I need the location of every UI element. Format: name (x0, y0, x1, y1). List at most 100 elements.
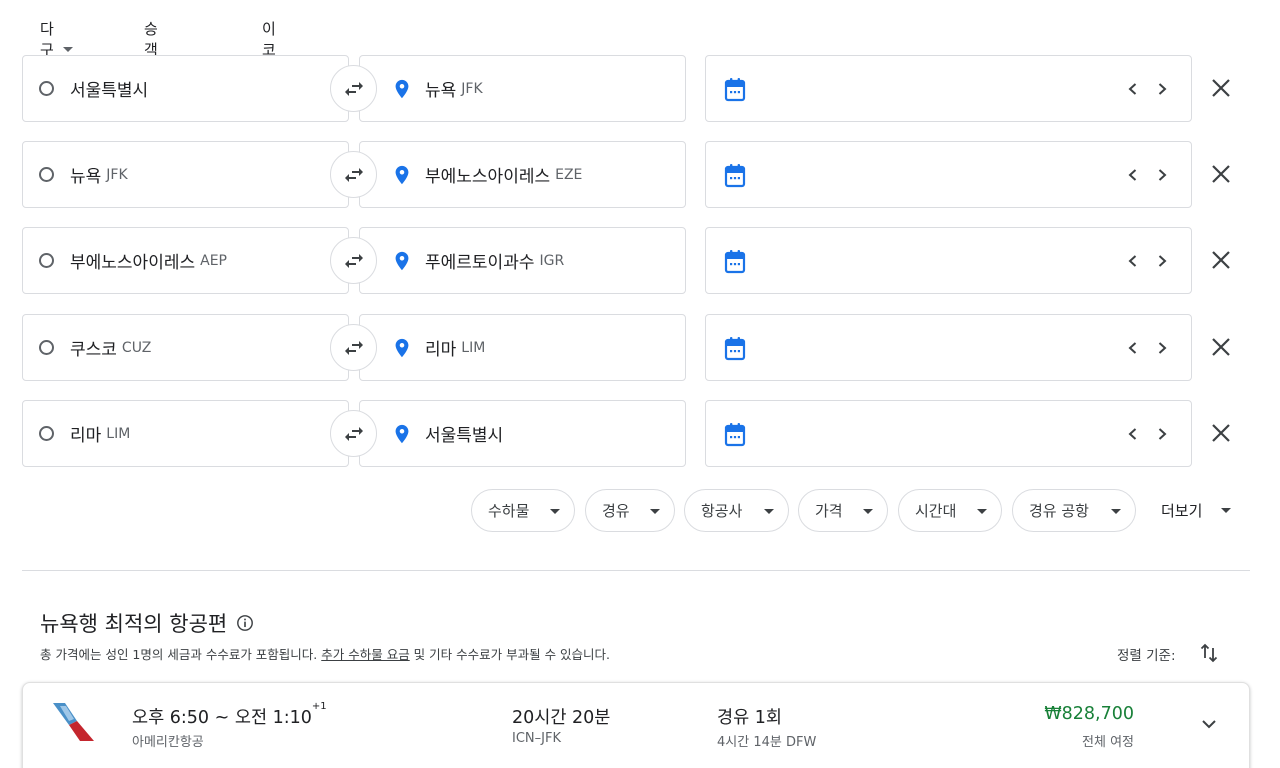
swap-button[interactable] (330, 65, 377, 112)
location-pin-icon (395, 251, 409, 270)
remove-leg-button[interactable] (1209, 421, 1233, 445)
filter-chip[interactable]: 수하물 (471, 489, 575, 532)
close-icon (1212, 79, 1230, 97)
chevron-right-icon (1158, 169, 1167, 181)
departure-date-field[interactable] (705, 55, 1192, 122)
calendar-icon (724, 423, 746, 447)
destination-airport-code: LIM (461, 339, 486, 356)
flight-stops: 경유 1회 (717, 708, 782, 728)
next-date-button[interactable] (1152, 338, 1172, 358)
flight-route: ICN–JFK (512, 731, 561, 746)
section-divider (22, 570, 1250, 571)
departure-date-field[interactable] (705, 314, 1192, 381)
remove-leg-button[interactable] (1209, 248, 1233, 272)
filter-chip-label: 시간대 (915, 502, 957, 520)
swap-arrows-icon (344, 167, 363, 182)
chevron-left-icon (1128, 342, 1137, 354)
calendar-icon (724, 250, 746, 274)
filter-chip-label: 수하물 (488, 502, 530, 520)
origin-airport-code: AEP (200, 252, 227, 269)
flight-result-card[interactable]: 오후 6:50 ~ 오전 1:10+1 아메리칸항공 20시간 20분 ICN–… (22, 682, 1250, 768)
remove-leg-button[interactable] (1209, 76, 1233, 100)
destination-city: 서울특별시 (425, 426, 504, 446)
origin-field[interactable]: 부에노스아이레스 AEP (22, 227, 349, 294)
chevron-right-icon (1158, 83, 1167, 95)
more-filters-button[interactable]: 더보기 (1161, 489, 1232, 532)
filter-chip-label: 항공사 (701, 502, 743, 520)
expand-chevron-icon[interactable] (1199, 714, 1219, 734)
origin-circle-icon (39, 253, 54, 268)
previous-date-button[interactable] (1123, 79, 1143, 99)
next-date-button[interactable] (1152, 165, 1172, 185)
origin-city: 리마 (70, 426, 102, 446)
departure-date-field[interactable] (705, 400, 1192, 467)
origin-airport-code: JFK (106, 166, 128, 183)
previous-date-button[interactable] (1123, 165, 1143, 185)
caret-down-icon (1111, 509, 1121, 514)
location-pin-icon (395, 424, 409, 443)
caret-down-icon (977, 509, 987, 514)
filter-chip-label: 가격 (815, 502, 843, 520)
swap-button[interactable] (330, 410, 377, 457)
close-icon (1212, 251, 1230, 269)
caret-down-icon (1221, 508, 1232, 513)
close-icon (1212, 338, 1230, 356)
filter-chip[interactable]: 시간대 (898, 489, 1002, 532)
chevron-right-icon (1158, 428, 1167, 440)
flight-times: 오후 6:50 ~ 오전 1:10+1 (132, 701, 327, 729)
swap-button[interactable] (330, 324, 377, 371)
destination-field[interactable]: 리마 LIM (359, 314, 686, 381)
previous-date-button[interactable] (1123, 338, 1143, 358)
filter-chip-label: 경유 (602, 502, 630, 520)
swap-arrows-icon (344, 426, 363, 441)
flight-leg-row: 뉴욕 JFK 부에노스아이레스 EZE (0, 141, 1280, 208)
filter-chip[interactable]: 경유 (585, 489, 675, 532)
destination-field[interactable]: 뉴욕 JFK (359, 55, 686, 122)
extra-baggage-fee-link[interactable]: 추가 수하물 요금 (321, 647, 409, 662)
filter-chip[interactable]: 가격 (798, 489, 888, 532)
swap-button[interactable] (330, 151, 377, 198)
remove-leg-button[interactable] (1209, 162, 1233, 186)
origin-field[interactable]: 뉴욕 JFK (22, 141, 349, 208)
origin-field[interactable]: 리마 LIM (22, 400, 349, 467)
swap-arrows-icon (344, 81, 363, 96)
destination-field[interactable]: 푸에르토이과수 IGR (359, 227, 686, 294)
previous-date-button[interactable] (1123, 251, 1143, 271)
flight-leg-row: 서울특별시 뉴욕 JFK (0, 55, 1280, 122)
origin-circle-icon (39, 167, 54, 182)
departure-date-field[interactable] (705, 141, 1192, 208)
price-disclaimer-text: 총 가격에는 성인 1명의 세금과 수수료가 포함됩니다. (40, 647, 322, 662)
origin-city: 부에노스아이레스 (70, 253, 196, 273)
origin-city: 뉴욕 (70, 167, 102, 187)
previous-date-button[interactable] (1123, 424, 1143, 444)
swap-button[interactable] (330, 237, 377, 284)
destination-field[interactable]: 부에노스아이레스 EZE (359, 141, 686, 208)
info-icon[interactable] (236, 614, 254, 632)
remove-leg-button[interactable] (1209, 335, 1233, 359)
calendar-icon (724, 78, 746, 102)
sort-icon[interactable] (1199, 641, 1219, 665)
filter-chip[interactable]: 경유 공항 (1012, 489, 1136, 532)
origin-field[interactable]: 쿠스코 CUZ (22, 314, 349, 381)
more-filters-label: 더보기 (1161, 502, 1203, 520)
next-date-button[interactable] (1152, 79, 1172, 99)
next-date-button[interactable] (1152, 251, 1172, 271)
location-pin-icon (395, 338, 409, 357)
flight-price: ₩828,700 (1044, 704, 1134, 724)
origin-city: 서울특별시 (70, 81, 149, 101)
origin-field[interactable]: 서울특별시 (22, 55, 349, 122)
flight-leg-row: 리마 LIM 서울특별시 (0, 400, 1280, 467)
results-header: 뉴욕행 최적의 항공편 (40, 608, 254, 638)
origin-circle-icon (39, 426, 54, 441)
caret-down-icon (764, 509, 774, 514)
next-date-button[interactable] (1152, 424, 1172, 444)
departure-date-field[interactable] (705, 227, 1192, 294)
chevron-right-icon (1158, 342, 1167, 354)
destination-airport-code: EZE (555, 166, 583, 183)
destination-field[interactable]: 서울특별시 (359, 400, 686, 467)
price-disclaimer-text-end: 및 기타 수수료가 부과될 수 있습니다. (409, 647, 611, 662)
calendar-icon (724, 164, 746, 188)
caret-down-icon (863, 509, 873, 514)
destination-city: 푸에르토이과수 (425, 253, 535, 273)
filter-chip[interactable]: 항공사 (684, 489, 789, 532)
